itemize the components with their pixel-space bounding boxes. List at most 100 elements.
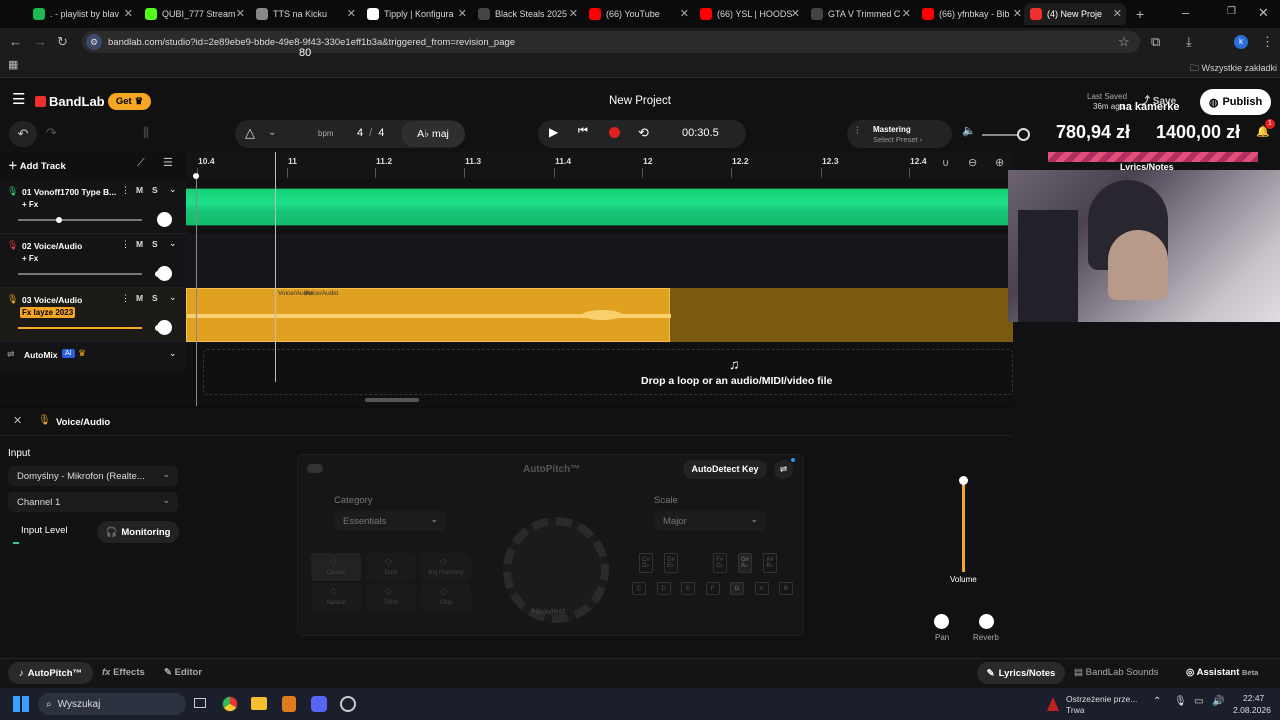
loop-icon[interactable]: ⟲	[638, 126, 649, 139]
scale-key-sharp[interactable]: G# A♭	[738, 553, 752, 573]
pan-knob[interactable]	[157, 212, 172, 227]
url-field[interactable]: ⚙ bandlab.com/studio?id=2e89ebe9-bbde-49…	[82, 31, 1140, 53]
close-tab-icon[interactable]: ✕	[347, 7, 356, 20]
taskbar-search[interactable]: ⌕ Wyszukaj	[38, 693, 186, 715]
timeline-ruler[interactable]: 10.4 11 11.2 11.3 11.4 12 12.2 12.3 12.4	[186, 152, 1013, 180]
browser-tab[interactable]: TTS na Kicku ✕	[250, 3, 360, 25]
scale-key[interactable]: A	[754, 582, 769, 595]
volume-slider[interactable]	[18, 219, 142, 221]
track-settings-icon[interactable]: ☰	[163, 158, 173, 169]
hamburger-menu-icon[interactable]: ☰	[12, 92, 25, 107]
restore-icon[interactable]: ❐	[1227, 7, 1236, 17]
browser-tab[interactable]: Tipply | Konfigura ✕	[361, 3, 471, 25]
scale-key[interactable]: D	[656, 582, 671, 595]
track-name[interactable]: 03 Voice/Audio	[22, 295, 82, 305]
track-menu-icon[interactable]: ⋮	[121, 239, 130, 250]
site-info-icon[interactable]: ⚙	[86, 34, 102, 50]
mute-button[interactable]: M	[136, 185, 143, 195]
mute-button[interactable]: M	[136, 239, 143, 249]
automix-row[interactable]: ⇌ AutoMix AI ♛ ⌄	[0, 342, 186, 370]
bandlab-logo[interactable]: BandLab	[35, 94, 105, 109]
scale-key-sharp[interactable]: C# D♭	[639, 553, 653, 573]
scale-key[interactable]: C	[632, 582, 646, 595]
pan-knob[interactable]	[157, 320, 172, 335]
app-taskbar-icon-2[interactable]	[340, 696, 356, 712]
extensions-icon[interactable]: ⧉	[1151, 35, 1160, 48]
volume-slider[interactable]	[18, 327, 142, 329]
editor-tab[interactable]: ✎ Editor	[164, 667, 202, 678]
metronome-icon[interactable]: △	[245, 126, 255, 139]
preset-button[interactable]: ◇ Third	[366, 583, 416, 611]
time-signature[interactable]: 4 / 4	[357, 127, 384, 139]
scale-key-sharp[interactable]: A# B♭	[763, 553, 777, 573]
preset-button[interactable]: ◇ Classic	[311, 553, 361, 581]
channel-select[interactable]: Channel 1 ⌄	[8, 492, 178, 512]
solo-button[interactable]: S	[152, 293, 158, 303]
volume-slider[interactable]	[18, 273, 142, 275]
mute-button[interactable]: M	[136, 293, 143, 303]
preset-button[interactable]: ◇ Chip	[421, 583, 471, 611]
lane-2[interactable]	[186, 234, 1013, 288]
start-marker-head[interactable]	[193, 173, 199, 179]
close-tab-icon[interactable]: ✕	[458, 7, 467, 20]
close-tab-icon[interactable]: ✕	[1113, 7, 1122, 20]
master-volume-thumb[interactable]	[1017, 128, 1030, 141]
drop-zone[interactable]: ♫ Drop a loop or an audio/MIDI/video fil…	[203, 349, 1013, 395]
tool-icon[interactable]: ⟋	[137, 158, 145, 169]
task-view-icon[interactable]	[194, 698, 206, 708]
redo-icon[interactable]: ↷	[46, 126, 57, 139]
automix-chevron-icon[interactable]: ⌄	[169, 348, 177, 359]
volume-tray-icon[interactable]: 🔊	[1212, 697, 1224, 707]
scale-select[interactable]: Major ⌄	[654, 511, 766, 531]
browser-tab[interactable]: (66) yfnbkay - Bib ✕	[916, 3, 1026, 25]
browser-tab[interactable]: QUBI_777 Stream ✕	[139, 3, 249, 25]
lane-3[interactable]: Voice/Audio Voice/Audio	[186, 152, 1013, 382]
start-marker[interactable]	[196, 176, 197, 406]
track-menu-icon[interactable]: ⋮	[121, 185, 130, 196]
scale-key[interactable]: G	[730, 582, 744, 595]
track-name[interactable]: 02 Voice/Audio	[22, 241, 82, 251]
metronome-dropdown-icon[interactable]: ⌄	[268, 128, 276, 138]
pan-knob[interactable]	[157, 266, 172, 281]
reverb-knob[interactable]	[979, 614, 994, 629]
close-tab-icon[interactable]: ✕	[1013, 7, 1022, 20]
magnet-icon[interactable]: ∪	[942, 159, 949, 169]
close-tab-icon[interactable]: ✕	[236, 7, 245, 20]
browser-tab[interactable]: . - playlist by blav ✕	[27, 3, 137, 25]
explorer-taskbar-icon[interactable]	[251, 697, 267, 710]
clip-track-3[interactable]	[186, 288, 671, 342]
mic-tray-icon[interactable]: 🎙	[1174, 697, 1187, 707]
undo-button[interactable]: ↶	[9, 121, 37, 147]
clock-date[interactable]: 2.08.2026	[1233, 705, 1271, 715]
bandlab-sounds-tab[interactable]: ▤ BandLab Sounds	[1074, 667, 1159, 678]
clock-time[interactable]: 22:47	[1243, 693, 1264, 703]
horizontal-scrollbar[interactable]	[365, 398, 419, 402]
scale-key[interactable]: F	[705, 582, 720, 595]
track-expand-icon[interactable]: ⌄	[169, 184, 177, 195]
track-menu-icon[interactable]: ⋮	[121, 293, 130, 304]
fx-button[interactable]: Fx Iayze 2023	[20, 307, 76, 318]
assistant-tab[interactable]: ◎ Assistant Beta	[1186, 667, 1258, 678]
play-icon[interactable]: ▶	[549, 126, 558, 138]
project-title[interactable]: New Project	[580, 95, 700, 107]
playhead[interactable]	[275, 152, 276, 382]
preset-button[interactable]: ◇ Big Harmony	[421, 553, 471, 581]
discord-taskbar-icon[interactable]	[311, 696, 327, 712]
track-name[interactable]: 01 Vonoff1700 Type B...	[22, 187, 116, 197]
browser-tab[interactable]: (66) YouTube ✕	[583, 3, 693, 25]
browser-tab[interactable]: (66) YSL | HOODS ✕	[694, 3, 804, 25]
effects-tab[interactable]: fx Effects	[102, 667, 145, 678]
volume-slider-thumb[interactable]	[56, 217, 62, 223]
fx-button[interactable]: + Fx	[20, 199, 40, 210]
forward-icon[interactable]: →	[34, 35, 47, 48]
preset-button[interactable]: ◇ Natural	[311, 583, 361, 611]
close-tab-icon[interactable]: ✕	[569, 7, 578, 20]
download-icon[interactable]: ⤓	[1186, 35, 1192, 48]
minimize-icon[interactable]: –	[1182, 6, 1189, 19]
publish-button[interactable]: ◍ Publish	[1200, 89, 1271, 115]
solo-button[interactable]: S	[152, 185, 158, 195]
chrome-taskbar-icon[interactable]	[222, 696, 238, 712]
tray-chevron-icon[interactable]: ⌃	[1153, 697, 1161, 707]
add-track-button[interactable]: ＋ Add Track	[8, 158, 66, 172]
scale-key[interactable]: B	[779, 582, 793, 595]
